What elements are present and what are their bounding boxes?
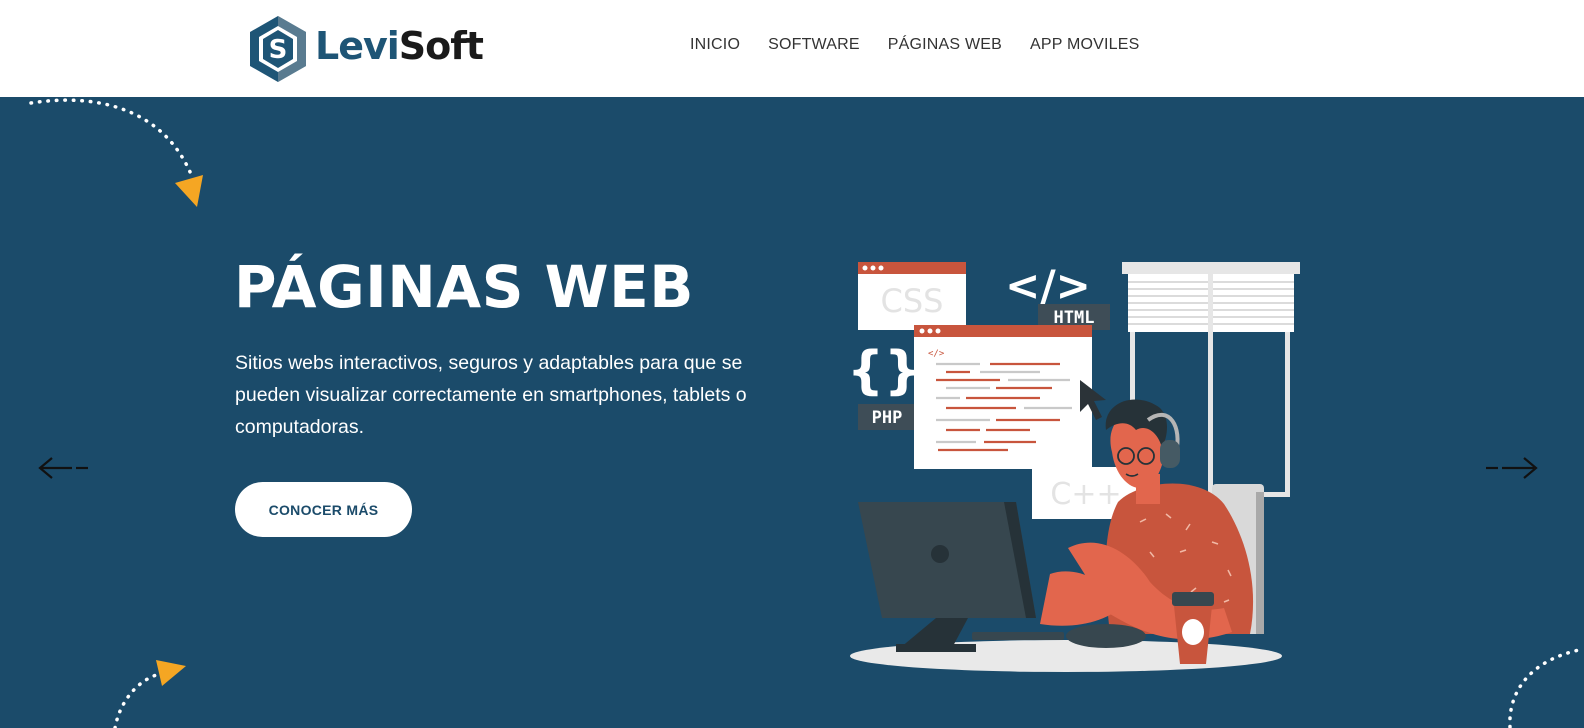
nav-item-paginas-web[interactable]: PÁGINAS WEB [888, 36, 1002, 60]
braces-glyph: {} [847, 341, 921, 401]
cpp-label: C++ [1050, 477, 1121, 512]
hero-title: PÁGINAS WEB [234, 253, 694, 321]
dotted-arrow-top-decoration [29, 98, 203, 207]
developer-illustration: CSS </> HTML {} PHP C++ </> [847, 261, 1300, 672]
nav-item-app-moviles[interactable]: APP MOVILES [1030, 36, 1140, 60]
brand-name-part1: Levi [315, 24, 400, 68]
hero-description: Sitios webs interactivos, seguros y adap… [235, 352, 747, 438]
code-icon-label: </> [928, 349, 945, 359]
hero-slider: PÁGINAS WEB Sitios webs interactivos, se… [0, 97, 1584, 728]
brand-logo[interactable]: S LeviSoft [247, 14, 487, 84]
main-nav: INICIO SOFTWARE PÁGINAS WEB APP MOVILES [690, 36, 1140, 60]
nav-item-software[interactable]: SOFTWARE [768, 36, 860, 60]
html-tag-glyph: </> [1005, 261, 1091, 310]
css-label: CSS [881, 282, 944, 320]
brand-name: LeviSoft [315, 22, 484, 70]
site-header: S LeviSoft INICIO SOFTWARE PÁGINAS WEB A… [0, 0, 1584, 97]
php-label: PHP [872, 408, 903, 428]
nav-item-inicio[interactable]: INICIO [690, 36, 740, 60]
svg-text:S: S [269, 35, 288, 65]
dotted-arrow-bottom-decoration [113, 660, 186, 728]
dotted-curve-right-decoration [1508, 647, 1584, 728]
code-editor-window: </> [914, 325, 1092, 469]
logo-hexagon-icon: S [250, 16, 306, 82]
brand-name-part2: Soft [398, 24, 484, 68]
conocer-mas-button[interactable]: CONOCER MÁS [235, 482, 412, 537]
css-window: CSS [858, 262, 966, 330]
arrow-right-icon[interactable] [1482, 453, 1540, 483]
arrow-left-icon[interactable] [36, 453, 94, 483]
